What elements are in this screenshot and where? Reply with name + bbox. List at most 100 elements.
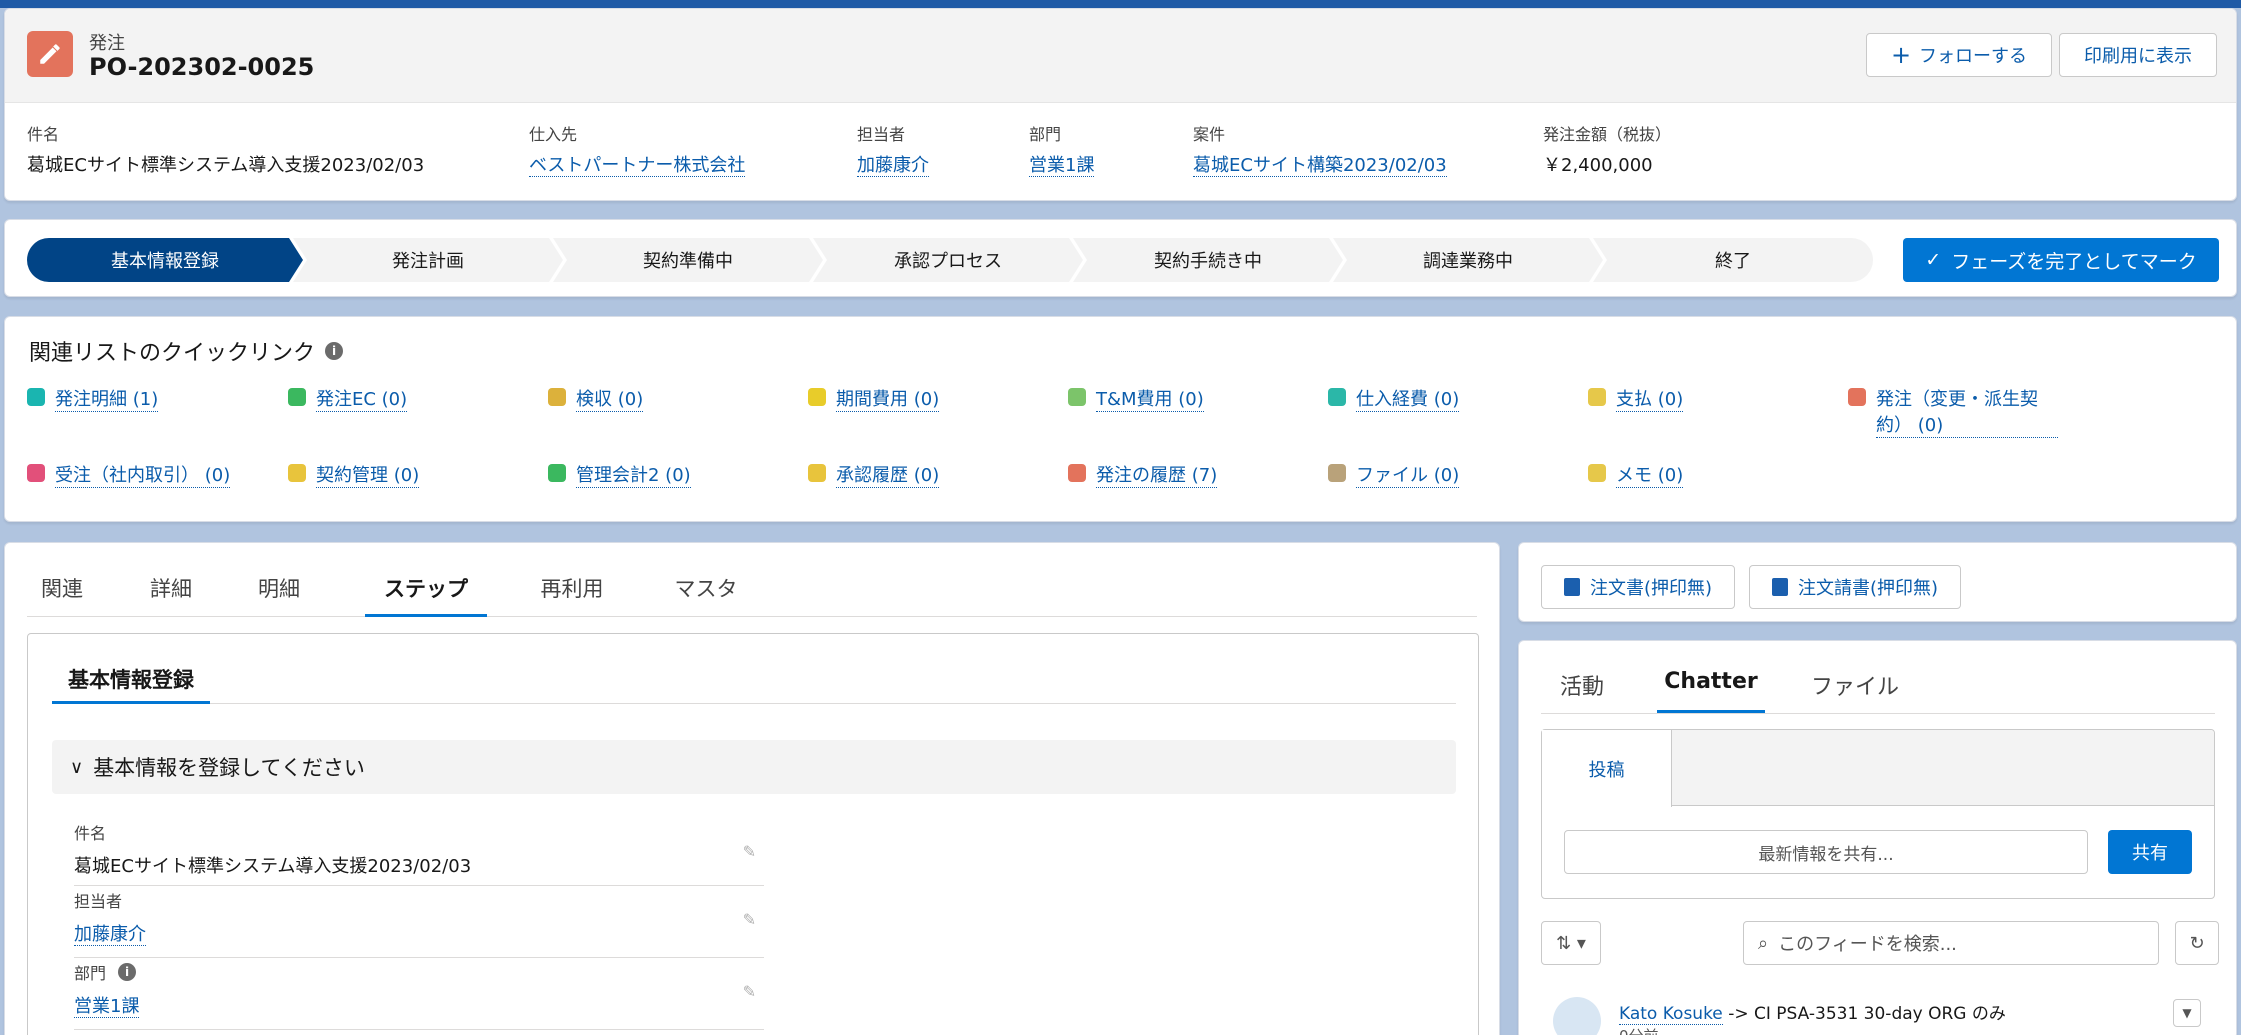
quick-link-item[interactable]: 管理会計2 (0) — [548, 461, 691, 488]
department-link[interactable]: 営業1課 — [74, 996, 140, 1018]
tab-details[interactable]: 詳細 — [137, 573, 205, 617]
related-list-icon — [808, 388, 826, 406]
stage-label: 発注計画 — [392, 251, 464, 272]
quick-link-label[interactable]: 支払 (0) — [1616, 385, 1684, 412]
header-field-project: 案件 葛城ECサイト構築2023/02/03 — [1193, 121, 1447, 177]
quick-link-label[interactable]: 管理会計2 (0) — [576, 461, 691, 488]
tab-post[interactable]: 投稿 — [1542, 730, 1672, 807]
vendor-link[interactable]: ベストパートナー株式会社 — [529, 155, 746, 177]
department-link[interactable]: 営業1課 — [1029, 155, 1095, 177]
info-icon[interactable]: i — [118, 963, 137, 981]
edit-pencil-icon[interactable]: ✎ — [743, 910, 756, 929]
quick-link-item[interactable]: T&M費用 (0) — [1068, 385, 1204, 412]
feed-item-menu-button[interactable]: ▼ — [2173, 999, 2201, 1027]
field-label: 案件 — [1193, 125, 1226, 144]
path-stage-7[interactable]: 終了 — [1593, 238, 1873, 282]
feed-search-input[interactable]: ⌕ このフィードを検索... — [1743, 921, 2159, 965]
related-list-icon — [1328, 388, 1346, 406]
quick-link-label[interactable]: 検収 (0) — [576, 385, 644, 412]
tab-line-items[interactable]: 明細 — [245, 573, 313, 617]
publisher: 投稿 最新情報を共有... 共有 — [1541, 729, 2215, 899]
printable-view-button[interactable]: 印刷用に表示 — [2059, 33, 2217, 77]
tab-master[interactable]: マスタ — [661, 573, 751, 617]
document-icon — [1564, 578, 1580, 596]
quick-link-label[interactable]: 期間費用 (0) — [836, 385, 940, 412]
field-label: 仕入先 — [529, 125, 578, 144]
tab-reuse[interactable]: 再利用 — [527, 573, 617, 617]
avatar[interactable] — [1553, 997, 1601, 1035]
header-field-amount: 発注金額（税抜） ￥2,400,000 — [1543, 121, 1671, 177]
window-top-strip — [0, 0, 2241, 8]
path-stage-6[interactable]: 調達業務中 — [1333, 238, 1603, 282]
path-stage-5[interactable]: 契約手続き中 — [1073, 238, 1343, 282]
owner-link[interactable]: 加藤康介 — [74, 924, 146, 946]
quick-link-item[interactable]: 受注（社内取引） (0) — [27, 461, 231, 488]
chevron-down-icon: ∨ — [70, 756, 84, 778]
path-stages: 基本情報登録 発注計画 契約準備中 承認プロセス 契約手続き中 調達業務中 終了 — [27, 238, 1873, 282]
quick-link-label[interactable]: 仕入経費 (0) — [1356, 385, 1460, 412]
form-field-label: 担当者 — [74, 892, 123, 911]
info-icon[interactable]: i — [325, 342, 344, 360]
tab-steps[interactable]: ステップ — [365, 573, 487, 617]
quick-link-label[interactable]: T&M費用 (0) — [1096, 385, 1204, 412]
quick-link-label[interactable]: 発注明細 (1) — [55, 385, 159, 412]
tab-activity[interactable]: 活動 — [1557, 669, 1607, 713]
quick-link-item[interactable]: 契約管理 (0) — [288, 461, 420, 488]
path-stage-4[interactable]: 承認プロセス — [813, 238, 1083, 282]
quick-link-label[interactable]: 発注（変更・派生契約） (0) — [1876, 385, 2058, 438]
edit-pencil-icon[interactable]: ✎ — [743, 842, 756, 861]
path-stage-2[interactable]: 発注計画 — [293, 238, 563, 282]
quick-link-label[interactable]: 発注EC (0) — [316, 385, 408, 412]
step-tab-basic-info[interactable]: 基本情報登録 — [52, 664, 210, 704]
tab-chatter[interactable]: Chatter — [1657, 669, 1765, 713]
quick-link-label[interactable]: 発注の履歴 (7) — [1096, 461, 1218, 488]
tab-related[interactable]: 関連 — [27, 573, 97, 617]
activity-chatter-panel: 活動 Chatter ファイル 投稿 最新情報を共有... 共有 ⇅ ▾ ⌕ こ… — [1518, 640, 2237, 1035]
mark-stage-complete-button[interactable]: ✓ フェーズを完了としてマーク — [1903, 238, 2219, 282]
section-header[interactable]: ∨ 基本情報を登録してください — [52, 740, 1456, 794]
quick-link-item[interactable]: メモ (0) — [1588, 461, 1684, 488]
feed-user-link[interactable]: Kato Kosuke — [1619, 1004, 1723, 1025]
quick-link-item[interactable]: ファイル (0) — [1328, 461, 1460, 488]
refresh-button[interactable]: ↻ — [2175, 921, 2219, 965]
quick-link-item[interactable]: 仕入経費 (0) — [1328, 385, 1460, 412]
edit-pencil-icon[interactable]: ✎ — [743, 982, 756, 1001]
quick-link-item[interactable]: 発注（変更・派生契約） (0) — [1848, 385, 2058, 438]
quick-link-item[interactable]: 検収 (0) — [548, 385, 644, 412]
tab-files[interactable]: ファイル — [1809, 669, 1901, 713]
share-input[interactable]: 最新情報を共有... — [1564, 830, 2088, 874]
record-name: PO-202302-0025 — [89, 53, 315, 81]
quick-link-label[interactable]: メモ (0) — [1616, 461, 1684, 488]
sort-button[interactable]: ⇅ ▾ — [1541, 921, 1601, 965]
form-field-owner: 担当者 加藤康介 ✎ — [74, 888, 764, 958]
quick-link-item[interactable]: 期間費用 (0) — [808, 385, 940, 412]
sort-icon: ⇅ ▾ — [1556, 932, 1586, 954]
share-button[interactable]: 共有 — [2108, 830, 2192, 874]
purchase-order-icon — [27, 31, 73, 77]
publisher-tabbar: 投稿 — [1542, 730, 2214, 807]
form-field-label-text: 部門 — [74, 964, 107, 983]
follow-label: フォローする — [1919, 46, 2028, 67]
quick-link-label[interactable]: 受注（社内取引） (0) — [55, 461, 231, 488]
quick-link-label[interactable]: 契約管理 (0) — [316, 461, 420, 488]
field-label: 担当者 — [857, 125, 906, 144]
field-label: 部門 — [1029, 125, 1062, 144]
order-confirmation-doc-button[interactable]: 注文請書(押印無) — [1749, 565, 1962, 609]
project-link[interactable]: 葛城ECサイト構築2023/02/03 — [1193, 155, 1447, 177]
quick-link-label[interactable]: 承認履歴 (0) — [836, 461, 940, 488]
quick-link-item[interactable]: 発注明細 (1) — [27, 385, 159, 412]
quick-link-item[interactable]: 発注の履歴 (7) — [1068, 461, 1218, 488]
purchase-order-doc-button[interactable]: 注文書(押印無) — [1541, 565, 1736, 609]
quick-link-item[interactable]: 発注EC (0) — [288, 385, 408, 412]
quick-link-item[interactable]: 支払 (0) — [1588, 385, 1684, 412]
owner-link[interactable]: 加藤康介 — [857, 155, 929, 177]
path-stage-3[interactable]: 契約準備中 — [553, 238, 823, 282]
stage-label: 契約準備中 — [643, 251, 733, 272]
quick-link-label[interactable]: ファイル (0) — [1356, 461, 1460, 488]
header-field-vendor: 仕入先 ベストパートナー株式会社 — [529, 121, 746, 177]
quick-link-item[interactable]: 承認履歴 (0) — [808, 461, 940, 488]
path-stage-1[interactable]: 基本情報登録 — [27, 238, 303, 282]
path-bar: 基本情報登録 発注計画 契約準備中 承認プロセス 契約手続き中 調達業務中 終了… — [4, 219, 2237, 297]
follow-button[interactable]: + フォローする — [1866, 33, 2052, 77]
form-field-subject: 件名 葛城ECサイト標準システム導入支援2023/02/03 ✎ — [74, 820, 764, 886]
